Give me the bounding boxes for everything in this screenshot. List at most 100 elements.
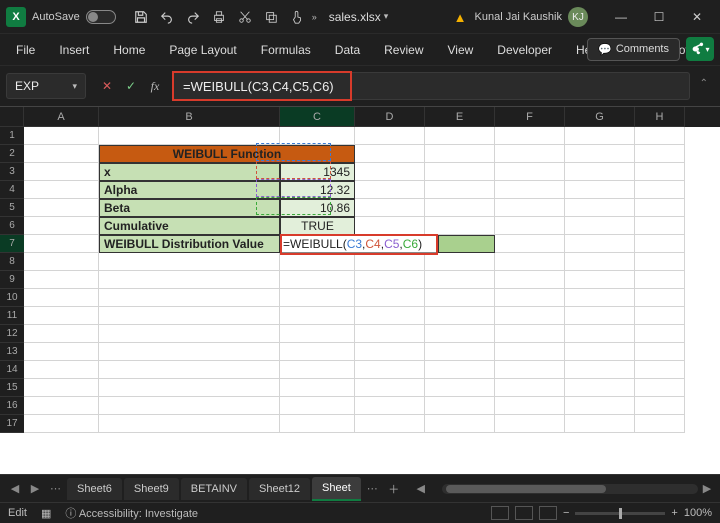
- cell-area[interactable]: WEIBULL Function x 1345 Alpha 12.32 Beta…: [24, 127, 720, 474]
- tab-data[interactable]: Data: [325, 37, 370, 63]
- row-header[interactable]: 1: [0, 127, 24, 145]
- row-header[interactable]: 17: [0, 415, 24, 433]
- zoom-slider-thumb[interactable]: [619, 508, 622, 519]
- cell-label-distribution[interactable]: WEIBULL Distribution Value: [99, 235, 280, 253]
- tab-formulas[interactable]: Formulas: [251, 37, 321, 63]
- scrollbar-thumb[interactable]: [446, 485, 606, 493]
- autosave-toggle[interactable]: [86, 10, 116, 24]
- undo-icon[interactable]: [156, 5, 178, 29]
- cell-value-beta[interactable]: 10.86: [280, 199, 355, 217]
- print-icon[interactable]: [208, 5, 230, 29]
- cell-value-x[interactable]: 1345: [280, 163, 355, 181]
- macro-icon[interactable]: ▦: [41, 507, 51, 520]
- quick-access-toolbar: »: [130, 5, 317, 29]
- row-header[interactable]: 10: [0, 289, 24, 307]
- copy-icon[interactable]: [260, 5, 282, 29]
- formula-ref-c5: C5: [384, 237, 399, 251]
- sheet-tab-active[interactable]: Sheet: [312, 477, 361, 501]
- excel-app-icon: X: [6, 7, 26, 27]
- col-header-B[interactable]: B: [99, 107, 280, 127]
- row-header[interactable]: 8: [0, 253, 24, 271]
- cell-label-alpha[interactable]: Alpha: [99, 181, 280, 199]
- fx-icon[interactable]: fx: [144, 75, 166, 97]
- row-header[interactable]: 15: [0, 379, 24, 397]
- tab-developer[interactable]: Developer: [487, 37, 562, 63]
- tab-page-layout[interactable]: Page Layout: [159, 37, 246, 63]
- minimize-button[interactable]: —: [604, 4, 638, 30]
- sheet-nav-prev[interactable]: ◀: [6, 480, 24, 498]
- qat-overflow-icon[interactable]: »: [312, 12, 317, 22]
- col-header-C[interactable]: C: [280, 107, 355, 127]
- page-break-view-button[interactable]: [539, 506, 557, 520]
- sheet-nav-next[interactable]: ▶: [26, 480, 44, 498]
- sheet-scroll-left[interactable]: ◀: [412, 480, 430, 498]
- cancel-formula-button[interactable]: ✕: [96, 75, 118, 97]
- col-header-H[interactable]: H: [635, 107, 685, 127]
- tab-home[interactable]: Home: [103, 37, 155, 63]
- col-header-A[interactable]: A: [24, 107, 99, 127]
- cell-editing-formula[interactable]: =WEIBULL(C3,C4,C5,C6): [280, 235, 438, 253]
- table-header[interactable]: WEIBULL Function: [99, 145, 355, 163]
- filename-display[interactable]: sales.xlsx ▾: [329, 10, 389, 24]
- horizontal-scrollbar[interactable]: [442, 484, 698, 494]
- row-header[interactable]: 14: [0, 361, 24, 379]
- row-header[interactable]: 11: [0, 307, 24, 325]
- formula-expand-icon[interactable]: ⌃: [700, 78, 708, 89]
- chevron-down-icon[interactable]: ▾: [72, 81, 77, 92]
- formula-input[interactable]: =WEIBULL(C3,C4,C5,C6): [172, 72, 690, 100]
- user-account[interactable]: Kunal Jai Kaushik KJ: [475, 7, 588, 27]
- row-header[interactable]: 13: [0, 343, 24, 361]
- select-all-corner[interactable]: [0, 107, 24, 127]
- accessibility-status[interactable]: ⓘ Accessibility: Investigate: [65, 505, 198, 521]
- add-sheet-button[interactable]: ＋: [384, 479, 404, 499]
- row-header[interactable]: 5: [0, 199, 24, 217]
- row-header[interactable]: 2: [0, 145, 24, 163]
- warning-icon[interactable]: ▲: [454, 10, 467, 25]
- tab-review[interactable]: Review: [374, 37, 433, 63]
- save-icon[interactable]: [130, 5, 152, 29]
- row-header[interactable]: 12: [0, 325, 24, 343]
- col-header-F[interactable]: F: [495, 107, 565, 127]
- row-header[interactable]: 16: [0, 397, 24, 415]
- zoom-out-button[interactable]: −: [563, 507, 569, 519]
- sheet-tab[interactable]: Sheet12: [249, 478, 310, 500]
- cut-icon[interactable]: [234, 5, 256, 29]
- zoom-slider[interactable]: [575, 512, 665, 515]
- row-header[interactable]: 3: [0, 163, 24, 181]
- col-header-D[interactable]: D: [355, 107, 425, 127]
- row-header[interactable]: 4: [0, 181, 24, 199]
- cell-label-cumulative[interactable]: Cumulative: [99, 217, 280, 235]
- comments-button[interactable]: 💬 Comments: [587, 38, 680, 61]
- page-layout-view-button[interactable]: [515, 506, 533, 520]
- zoom-level[interactable]: 100%: [684, 507, 712, 519]
- worksheet-grid[interactable]: A B C D E F G H 1 2 3 4 5 6 7 8 9 10 11 …: [0, 106, 720, 474]
- cell-value-alpha[interactable]: 12.32: [280, 181, 355, 199]
- sheet-tab[interactable]: Sheet9: [124, 478, 179, 500]
- cell-value-cumulative[interactable]: TRUE: [280, 217, 355, 235]
- redo-icon[interactable]: [182, 5, 204, 29]
- maximize-button[interactable]: ☐: [642, 4, 676, 30]
- col-header-G[interactable]: G: [565, 107, 635, 127]
- zoom-in-button[interactable]: +: [671, 507, 677, 519]
- row-header[interactable]: 6: [0, 217, 24, 235]
- autosave-control[interactable]: AutoSave: [32, 10, 116, 24]
- sheet-overflow-left[interactable]: ⋯: [46, 482, 65, 495]
- touch-mode-icon[interactable]: [286, 5, 308, 29]
- tab-insert[interactable]: Insert: [49, 37, 99, 63]
- sheet-tab[interactable]: BETAINV: [181, 478, 247, 500]
- tab-file[interactable]: File: [6, 37, 45, 63]
- sheet-overflow-right[interactable]: ⋯: [363, 482, 382, 495]
- sheet-tab[interactable]: Sheet6: [67, 478, 122, 500]
- cell-label-x[interactable]: x: [99, 163, 280, 181]
- accept-formula-button[interactable]: ✓: [120, 75, 142, 97]
- share-button[interactable]: ▾: [686, 37, 714, 61]
- row-header[interactable]: 7: [0, 235, 24, 253]
- cell-label-beta[interactable]: Beta: [99, 199, 280, 217]
- close-button[interactable]: ✕: [680, 4, 714, 30]
- tab-view[interactable]: View: [438, 37, 484, 63]
- col-header-E[interactable]: E: [425, 107, 495, 127]
- row-header[interactable]: 9: [0, 271, 24, 289]
- name-box[interactable]: EXP ▾: [6, 73, 86, 99]
- normal-view-button[interactable]: [491, 506, 509, 520]
- sheet-scroll-right[interactable]: ▶: [700, 482, 714, 495]
